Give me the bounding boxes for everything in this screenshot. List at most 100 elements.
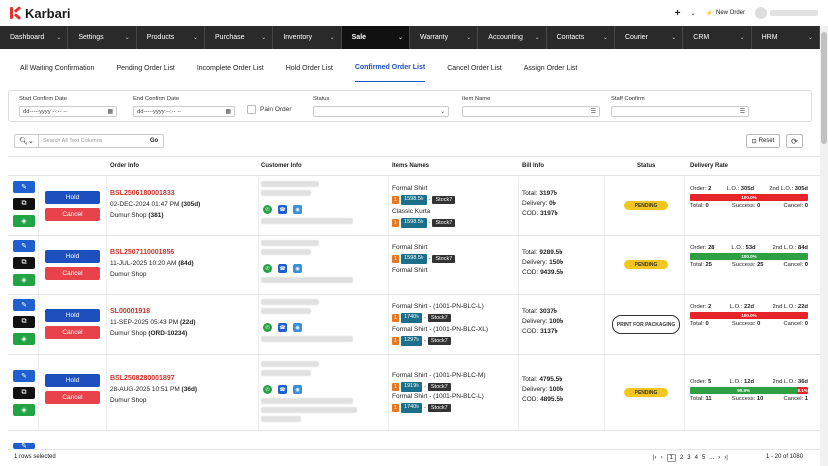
page-6[interactable]: ... — [709, 455, 714, 461]
reset-button[interactable]: ⊡ Reset — [746, 134, 780, 148]
tag-button[interactable]: ◈ — [13, 215, 35, 227]
nav-item-crm[interactable]: CRM ⌄ — [683, 26, 752, 49]
edit-button[interactable]: ✎ — [13, 370, 35, 382]
nav-item-inventory[interactable]: Inventory ⌄ — [273, 26, 342, 49]
cancel-count: Cancel: 0 — [783, 321, 808, 327]
view-icon[interactable]: ◉ — [293, 323, 302, 332]
first-page-icon[interactable]: |‹ — [653, 455, 657, 461]
view-icon[interactable]: ◉ — [293, 205, 302, 214]
nav-item-contacts[interactable]: Contacts ⌄ — [547, 26, 615, 49]
item-name: Formal Shirt — [392, 185, 428, 192]
cancel-button[interactable]: Cancel — [45, 267, 100, 280]
tab-cancel-order-list[interactable]: Cancel Order List — [447, 55, 501, 82]
page-3[interactable]: 3 — [687, 455, 690, 461]
col-bill-info[interactable]: Bill Info — [522, 163, 544, 169]
page-1[interactable]: 1 — [666, 454, 676, 462]
copy-button[interactable]: ⧉ — [13, 257, 35, 269]
scrollbar[interactable] — [820, 26, 828, 466]
nav-item-accounting[interactable]: Accounting ⌄ — [478, 26, 547, 49]
next-page-icon[interactable]: › — [718, 455, 720, 461]
chevron-down-icon[interactable]: ⌄ — [690, 10, 695, 17]
hold-button[interactable]: Hold — [45, 250, 100, 263]
order-id[interactable]: SL00001918 — [110, 308, 150, 315]
staff-confirm-input[interactable]: ☰ — [611, 106, 749, 117]
col-delivery-rate[interactable]: Delivery Rate — [690, 163, 728, 169]
tag-button[interactable]: ◈ — [13, 404, 35, 416]
prev-page-icon[interactable]: ‹ — [661, 455, 663, 461]
user-menu[interactable] — [755, 7, 818, 19]
tab-assign-order-list[interactable]: Assign Order List — [524, 55, 578, 82]
pain-order-checkbox[interactable] — [247, 105, 256, 114]
new-order-button[interactable]: ⚡ New Order — [706, 10, 746, 17]
plus-icon[interactable]: + — [675, 8, 681, 19]
col-status[interactable]: Status — [637, 163, 655, 169]
success-count-value: 25 — [757, 262, 764, 268]
tab-all-waiting-confirmation[interactable]: All Waiting Confirmation — [20, 55, 94, 82]
hold-button[interactable]: Hold — [45, 309, 100, 322]
whatsapp-icon[interactable]: ✆ — [263, 264, 272, 273]
whatsapp-icon[interactable]: ✆ — [263, 385, 272, 394]
cancel-button[interactable]: Cancel — [45, 326, 100, 339]
phone-icon[interactable]: ☎ — [278, 385, 287, 394]
nav-item-dashboard[interactable]: Dashboard ⌄ — [0, 26, 69, 49]
tag-button[interactable]: ◈ — [13, 333, 35, 345]
hold-button[interactable]: Hold — [45, 191, 100, 204]
nav-item-hrm[interactable]: HRM ⌄ — [752, 26, 820, 49]
cancel-button[interactable]: Cancel — [45, 208, 100, 221]
list-icon[interactable]: ☰ — [740, 109, 745, 115]
view-icon[interactable]: ◉ — [293, 264, 302, 273]
nav-item-purchase[interactable]: Purchase ⌄ — [205, 26, 274, 49]
order-id[interactable]: BSL2506180001833 — [110, 190, 175, 197]
tab-pending-order-list[interactable]: Pending Order List — [116, 55, 174, 82]
status-badge[interactable]: PRINT FOR PACKAGING — [612, 315, 680, 334]
search-icon[interactable]: 🔍︎⌄ — [15, 135, 39, 147]
phone-icon[interactable]: ☎ — [278, 264, 287, 273]
item-name-input[interactable]: ☰ — [462, 106, 600, 117]
phone-icon[interactable]: ☎ — [278, 205, 287, 214]
edit-button[interactable]: ✎ — [13, 181, 35, 193]
whatsapp-icon[interactable]: ✆ — [263, 323, 272, 332]
app-logo[interactable]: Karbari — [10, 6, 71, 21]
nav-item-sale[interactable]: Sale ⌄ — [341, 26, 410, 49]
customer-address-blurred — [261, 336, 353, 342]
order-id[interactable]: BSL2508280001897 — [110, 375, 175, 382]
nav-item-products[interactable]: Products ⌄ — [137, 26, 205, 49]
last-order: L.O.: 12d — [730, 379, 754, 385]
edit-button[interactable]: ✎ — [13, 299, 35, 311]
last-page-icon[interactable]: ›| — [724, 455, 728, 461]
order-date: 02-DEC-2024 01:47 PM (305d) — [110, 201, 200, 208]
status-select[interactable]: ⌄ — [313, 106, 449, 117]
cancel-button[interactable]: Cancel — [45, 391, 100, 404]
col-customer-info[interactable]: Customer Info — [261, 163, 302, 169]
tab-confirmed-order-list[interactable]: Confirmed Order List — [354, 54, 426, 82]
refresh-button[interactable]: ⟳ — [786, 134, 803, 148]
scrollbar-thumb[interactable] — [821, 32, 827, 144]
search-input[interactable]: Search All Text Columns — [39, 138, 145, 144]
cancel-count-label: Cancel: — [783, 262, 804, 268]
copy-button[interactable]: ⧉ — [13, 198, 35, 210]
start-confirm-input[interactable]: dd-----yyyy --:-- -- ▦ — [19, 106, 117, 117]
page-2[interactable]: 2 — [680, 455, 683, 461]
order-id[interactable]: BSL2507110001856 — [110, 249, 174, 256]
phone-icon[interactable]: ☎ — [278, 323, 287, 332]
order-count: Order: 2 — [690, 186, 711, 192]
nav-item-settings[interactable]: Settings ⌄ — [68, 26, 137, 49]
copy-button[interactable]: ⧉ — [13, 316, 35, 328]
page-4[interactable]: 4 — [695, 455, 698, 461]
col-items-names[interactable]: Items Names — [392, 163, 429, 169]
col-order-info[interactable]: Order Info — [110, 163, 139, 169]
edit-button[interactable]: ✎ — [13, 240, 35, 252]
tab-incomplete-order-list[interactable]: Incomplete Order List — [197, 55, 264, 82]
copy-button[interactable]: ⧉ — [13, 387, 35, 399]
nav-item-courier[interactable]: Courier ⌄ — [615, 26, 684, 49]
end-confirm-input[interactable]: dd-----yyyy --:-- -- ▦ — [133, 106, 235, 117]
list-icon[interactable]: ☰ — [591, 109, 596, 115]
tab-hold-order-list[interactable]: Hold Order List — [286, 55, 333, 82]
view-icon[interactable]: ◉ — [293, 385, 302, 394]
hold-button[interactable]: Hold — [45, 374, 100, 387]
page-5[interactable]: 5 — [702, 455, 705, 461]
whatsapp-icon[interactable]: ✆ — [263, 205, 272, 214]
nav-item-warranty[interactable]: Warranty ⌄ — [410, 26, 479, 49]
go-button[interactable]: Go — [145, 138, 163, 144]
tag-button[interactable]: ◈ — [13, 274, 35, 286]
